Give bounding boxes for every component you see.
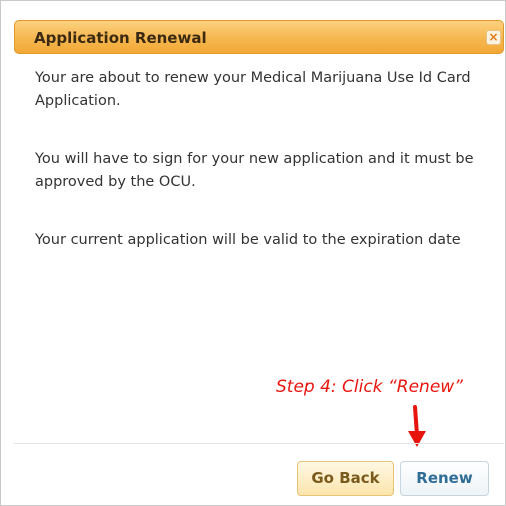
application-renewal-dialog: Application Renewal × Your are about to … [0, 0, 506, 506]
renew-button[interactable]: Renew [400, 461, 489, 496]
validity-notice: Your current application will be valid t… [35, 232, 461, 248]
signature-notice: You will have to sign for your new appli… [35, 151, 474, 190]
step-annotation: Step 4: Click “Renew” [276, 377, 463, 397]
go-back-button[interactable]: Go Back [297, 461, 394, 496]
footer-divider [14, 443, 504, 444]
dialog-title: Application Renewal [34, 29, 207, 47]
close-icon[interactable]: × [486, 30, 501, 45]
dialog-titlebar: Application Renewal × [14, 20, 504, 54]
renewal-message: Your are about to renew your Medical Mar… [35, 70, 471, 109]
